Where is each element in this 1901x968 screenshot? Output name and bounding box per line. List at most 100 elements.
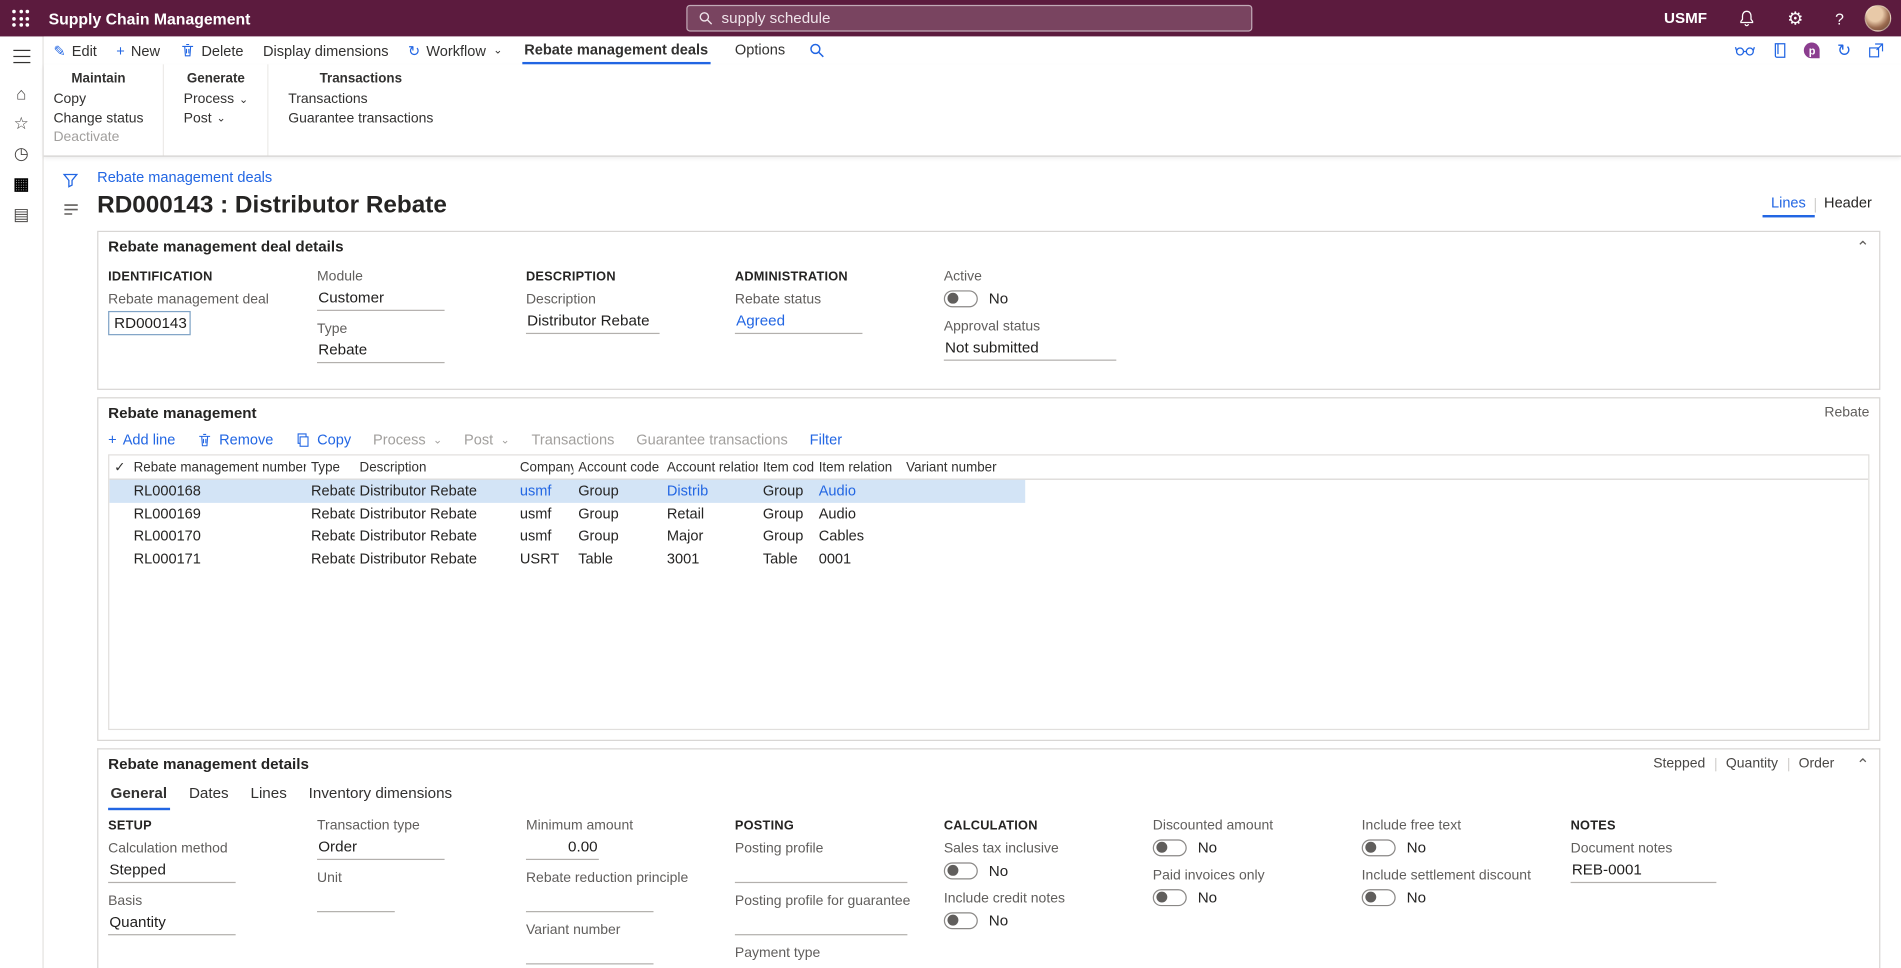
help-icon[interactable]: ? <box>1819 0 1859 36</box>
select-all-icon[interactable]: ✓ <box>109 459 128 475</box>
payment-type-input[interactable]: None <box>735 964 907 968</box>
cell-type[interactable]: Rebate <box>306 527 355 544</box>
view-header-button[interactable]: Header <box>1816 192 1881 218</box>
cell-account-relation[interactable]: Distrib <box>662 483 758 500</box>
free-text-toggle[interactable] <box>1362 839 1396 856</box>
cell-company[interactable]: USRT <box>515 550 573 567</box>
rebate-reduction-input[interactable] <box>526 889 654 912</box>
power-apps-icon[interactable]: p <box>1804 43 1820 59</box>
cell-company[interactable]: usmf <box>515 527 573 544</box>
minimum-amount-input[interactable]: 0.00 <box>526 837 599 860</box>
favorites-star-icon[interactable]: ☆ <box>0 108 43 138</box>
process-button[interactable]: Process ⌄ <box>184 92 248 107</box>
document-notes-input[interactable]: REB-0001 <box>1571 860 1717 883</box>
cell-account-code[interactable]: Group <box>573 505 662 522</box>
cell-rebate-number[interactable]: RL000171 <box>129 550 306 567</box>
cell-item-code[interactable]: Table <box>758 550 814 567</box>
remove-button[interactable]: Remove <box>197 431 273 448</box>
settings-gear-icon[interactable]: ⚙ <box>1771 0 1819 36</box>
filter-button[interactable]: Filter <box>810 431 842 448</box>
cell-type[interactable]: Rebate <box>306 550 355 567</box>
discounted-amount-toggle[interactable] <box>1153 839 1187 856</box>
column-header-type[interactable]: Type <box>306 460 355 475</box>
cell-account-relation[interactable]: Major <box>662 527 758 544</box>
view-lines-button[interactable]: Lines <box>1762 192 1814 218</box>
variant-number-input[interactable] <box>526 941 654 964</box>
cell-item-relation[interactable]: 0001 <box>814 550 901 567</box>
calculation-method-input[interactable]: Stepped <box>108 860 236 883</box>
cell-account-code[interactable]: Table <box>573 550 662 567</box>
cell-rebate-number[interactable]: RL000168 <box>129 483 306 500</box>
table-row[interactable]: RL000168 Rebate Distributor Rebate usmf … <box>109 480 1025 502</box>
column-header-account-relation[interactable]: Account relation <box>662 460 758 475</box>
column-header-item-code[interactable]: Item code <box>758 460 814 475</box>
copy-button[interactable]: Copy <box>295 431 351 448</box>
hamburger-menu-icon[interactable] <box>0 41 43 71</box>
cell-account-relation[interactable]: Retail <box>662 505 758 522</box>
modules-list-icon[interactable]: ▤ <box>0 199 43 229</box>
column-header-company[interactable]: Company <box>515 460 573 475</box>
user-avatar[interactable] <box>1865 5 1892 32</box>
recent-clock-icon[interactable]: ◷ <box>0 138 43 168</box>
refresh-icon[interactable]: ↻ <box>1837 40 1851 61</box>
post-button[interactable]: Post ⌄ <box>184 111 248 126</box>
tab-dates[interactable]: Dates <box>187 781 232 810</box>
table-row[interactable]: RL000169 Rebate Distributor Rebate usmf … <box>109 502 1025 524</box>
tab-rebate-management-deals[interactable]: Rebate management deals <box>522 36 711 64</box>
change-status-button[interactable]: Change status <box>53 111 143 126</box>
basis-input[interactable]: Quantity <box>108 912 236 935</box>
cell-item-code[interactable]: Group <box>758 505 814 522</box>
description-input[interactable]: Distributor Rebate <box>526 311 660 334</box>
cell-description[interactable]: Distributor Rebate <box>355 550 515 567</box>
cell-company[interactable]: usmf <box>515 483 573 500</box>
workflow-button[interactable]: ↻ Workflow ⌄ <box>408 42 502 59</box>
cell-item-code[interactable]: Group <box>758 527 814 544</box>
type-input[interactable]: Rebate <box>317 340 445 363</box>
rebate-deal-input[interactable]: RD000143 <box>108 311 191 335</box>
settlement-discount-toggle[interactable] <box>1362 889 1396 906</box>
table-row[interactable]: RL000170 Rebate Distributor Rebate usmf … <box>109 525 1025 547</box>
app-launcher-waffle-icon[interactable] <box>0 0 41 36</box>
open-in-new-window-icon[interactable] <box>1868 43 1884 59</box>
tab-lines[interactable]: Lines <box>248 781 289 810</box>
filter-funnel-icon[interactable] <box>62 171 79 188</box>
collapse-chevron-up-icon[interactable]: ⌃ <box>1856 239 1869 255</box>
workspace-grid-icon[interactable]: ▦ <box>0 169 43 199</box>
column-header-variant-number[interactable]: Variant number <box>901 460 1025 475</box>
column-header-rebate-number[interactable]: Rebate management number↑ <box>129 460 306 475</box>
list-pane-icon[interactable] <box>63 203 79 216</box>
rebate-status-link[interactable]: Agreed <box>735 311 863 334</box>
edit-button[interactable]: ✎ Edit <box>53 42 96 59</box>
sales-tax-toggle[interactable] <box>944 862 978 879</box>
cell-account-relation[interactable]: 3001 <box>662 550 758 567</box>
cell-type[interactable]: Rebate <box>306 483 355 500</box>
active-toggle[interactable] <box>944 290 978 307</box>
column-header-description[interactable]: Description <box>355 460 515 475</box>
cell-item-relation[interactable]: Audio <box>814 505 901 522</box>
cell-type[interactable]: Rebate <box>306 505 355 522</box>
eyeglasses-icon[interactable] <box>1735 44 1756 57</box>
posting-profile-input[interactable] <box>735 860 907 883</box>
transaction-type-input[interactable]: Order <box>317 837 445 860</box>
cell-item-code[interactable]: Group <box>758 483 814 500</box>
command-bar-search-icon[interactable] <box>809 43 825 59</box>
new-button[interactable]: + New <box>116 42 160 59</box>
cell-account-code[interactable]: Group <box>573 483 662 500</box>
cell-description[interactable]: Distributor Rebate <box>355 527 515 544</box>
cell-item-relation[interactable]: Audio <box>814 483 901 500</box>
guarantee-transactions-button[interactable]: Guarantee transactions <box>288 111 433 126</box>
column-header-item-relation[interactable]: Item relation <box>814 460 901 475</box>
column-header-account-code[interactable]: Account code <box>573 460 662 475</box>
display-dimensions-button[interactable]: Display dimensions <box>263 42 389 59</box>
posting-profile-guarantee-input[interactable] <box>735 912 907 935</box>
paid-invoices-toggle[interactable] <box>1153 889 1187 906</box>
task-guide-book-icon[interactable] <box>1773 42 1788 59</box>
credit-notes-toggle[interactable] <box>944 912 978 929</box>
add-line-button[interactable]: + Add line <box>108 431 175 448</box>
cell-rebate-number[interactable]: RL000169 <box>129 505 306 522</box>
module-input[interactable]: Customer <box>317 288 445 311</box>
cell-account-code[interactable]: Group <box>573 527 662 544</box>
cell-company[interactable]: usmf <box>515 505 573 522</box>
tab-options[interactable]: Options <box>732 36 787 64</box>
table-row[interactable]: RL000171 Rebate Distributor Rebate USRT … <box>109 547 1025 569</box>
